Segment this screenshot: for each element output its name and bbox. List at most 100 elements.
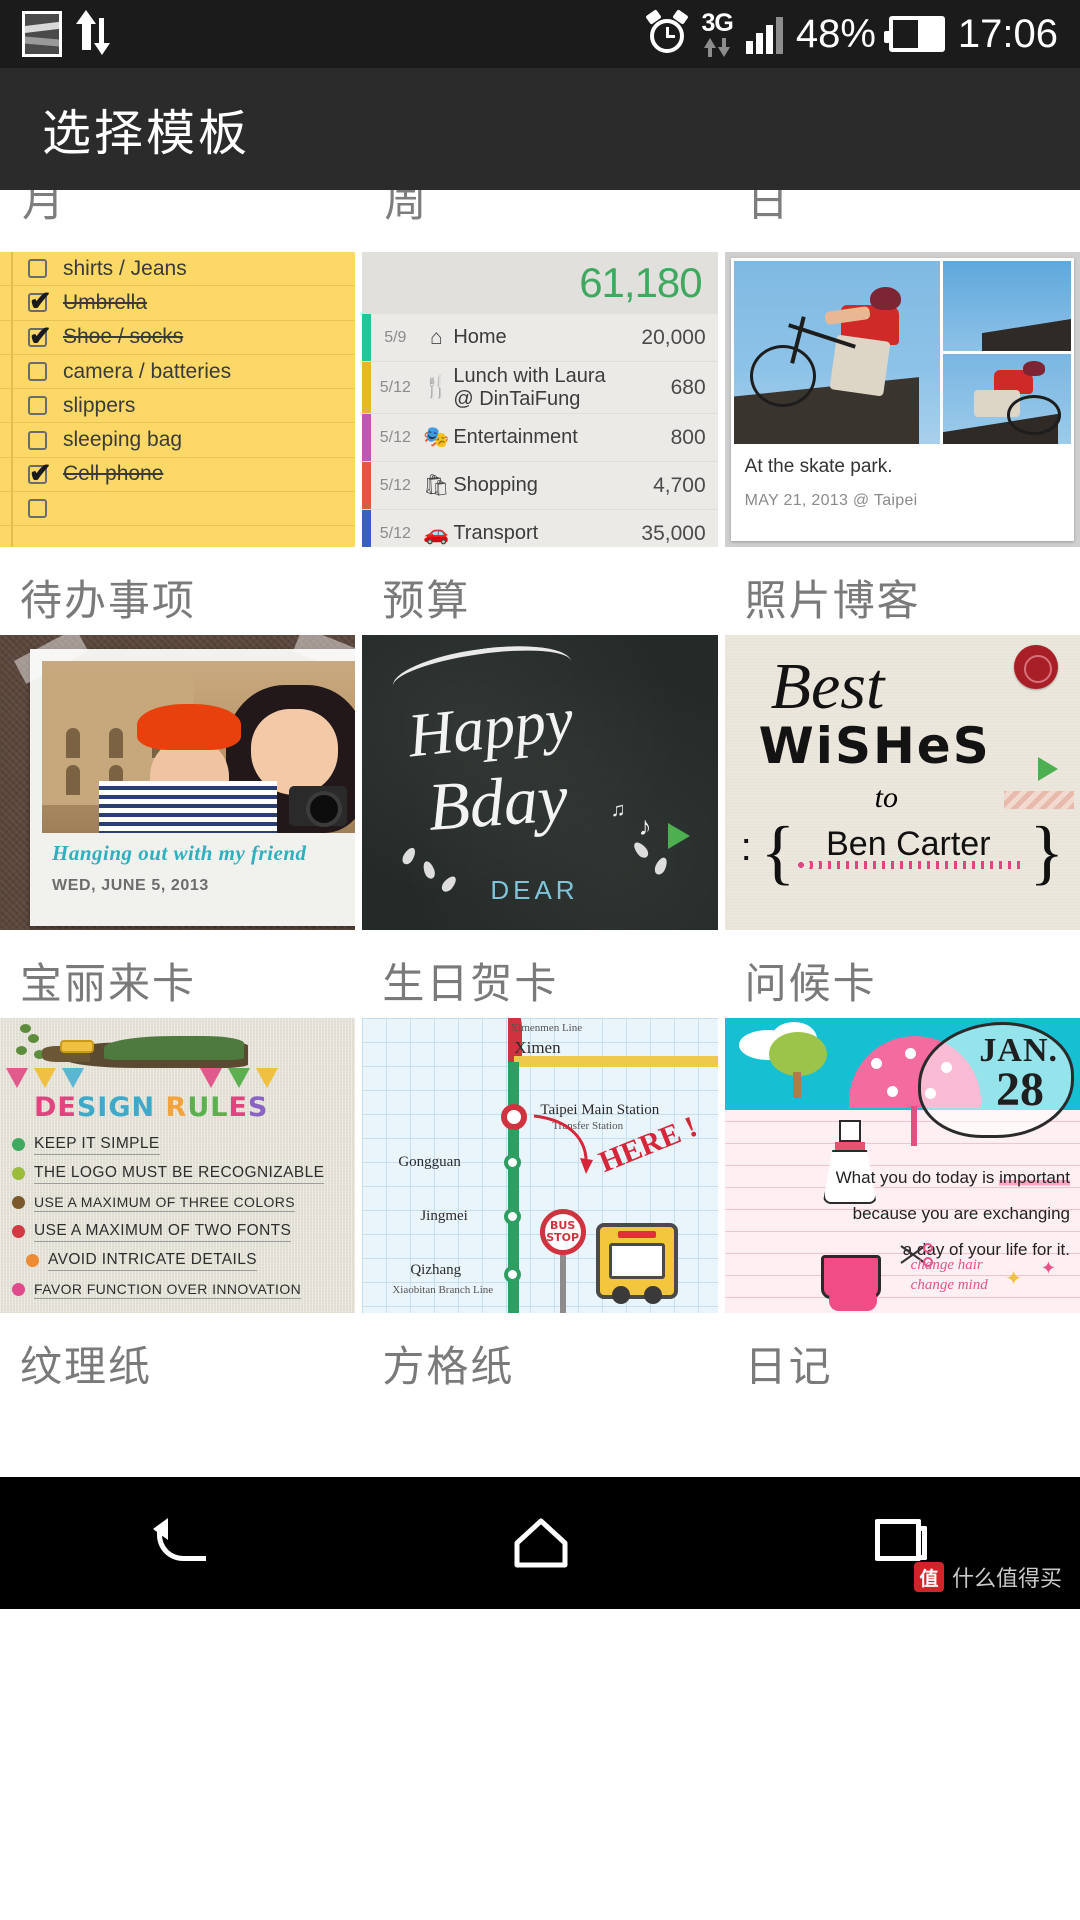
bus-illustration (595, 1223, 678, 1304)
diary-thumbnail[interactable]: JAN. 28 What you do today is important b… (724, 1018, 1080, 1313)
checkbox-checked-icon (28, 286, 52, 317)
template-grid: shirts / Jeans Umbrella Shoe / socks cam… (0, 252, 1080, 1401)
rule-label: KEEP IT SIMPLE (34, 1135, 160, 1155)
greeting-wishes: WiSHeS (758, 717, 991, 775)
here-arrow-icon (534, 1114, 594, 1174)
todo-item-label: camera / batteries (63, 359, 232, 383)
checkbox-checked-icon (28, 321, 52, 352)
leaf-decoration-icon (439, 873, 459, 895)
list-item: sleeping bag (0, 423, 356, 458)
bullet-dot (12, 1196, 25, 1209)
template-card-budget[interactable]: 61,180 5/9 ⌂ Home 20,000 5/12 🍴 Lunch wi… (362, 252, 718, 635)
station-dot-main (501, 1104, 528, 1130)
template-card-grid-paper[interactable]: Ximenmen Line Ximen Taipei Main Station … (362, 1018, 718, 1401)
todo-margin-line (11, 252, 13, 547)
clock-label: 17:06 (957, 11, 1058, 56)
entry-amount: 680 (670, 375, 706, 399)
entry-name: Transport (453, 522, 539, 544)
bullet-dot (12, 1283, 25, 1296)
diary-day: 28 (996, 1063, 1044, 1116)
photo-main (733, 261, 941, 444)
bullet-dot (12, 1225, 25, 1238)
birthday-preview: Happy Bday DEAR ♪ ♫ (362, 635, 718, 930)
table-row: 5/12 🛍 Shopping 4,700 (362, 462, 718, 510)
watermark-logo: 值 (913, 1562, 944, 1592)
list-item: Shoe / socks (0, 321, 356, 355)
checkbox-checked-icon (28, 458, 52, 489)
list-item: slippers (0, 389, 356, 424)
station-label-gongguan: Gongguan (398, 1154, 461, 1170)
design-rules-list: KEEP IT SIMPLE THE LOGO MUST BE RECOGNIZ… (12, 1130, 347, 1304)
birthday-thumbnail[interactable]: Happy Bday DEAR ♪ ♫ (362, 635, 718, 930)
bus-stop-sign-icon: BUS STOP (539, 1209, 586, 1255)
photo-collage (731, 258, 1074, 444)
greeting-recipient-name: Ben Carter (826, 825, 991, 863)
template-label-texture-paper: 纹理纸 (20, 1343, 153, 1390)
line-label-top: Ximenmen Line (510, 1022, 583, 1034)
texture-paper-thumbnail[interactable]: DESIGN RULES KEEP IT SIMPLE THE LOGO MUS… (0, 1018, 356, 1313)
checkbox-unchecked-icon (28, 430, 47, 450)
template-card-greeting[interactable]: Best WiSHeS to : { } Ben Carter 问候卡 (724, 635, 1080, 1018)
polaroid-preview: Hanging out with my friend WED, JUNE 5, … (0, 635, 356, 930)
diary-quote-line-1: What you do today is important (835, 1168, 1070, 1187)
watermark-text: 什么值得买 (951, 1566, 1062, 1591)
todo-item-label: shirts / Jeans (63, 256, 187, 280)
home-button[interactable] (513, 1517, 569, 1569)
template-label-polaroid: 宝丽来卡 (20, 960, 197, 1007)
photo-caption: At the skate park. (744, 456, 893, 477)
grid-paper-preview: Ximenmen Line Ximen Taipei Main Station … (362, 1018, 718, 1313)
recent-apps-button[interactable] (875, 1519, 927, 1567)
budget-total-row: 61,180 (362, 252, 718, 314)
list-item: KEEP IT SIMPLE (12, 1130, 347, 1159)
bunting-decoration (0, 1068, 355, 1092)
template-card-diary[interactable]: JAN. 28 What you do today is important b… (724, 1018, 1080, 1401)
checkbox-unchecked-icon (28, 259, 47, 279)
previous-row-labels: 月 周 日 (0, 190, 1080, 252)
entertainment-icon: 🎭 (423, 425, 450, 449)
entry-name: Lunch with Laura @ DinTaiFung (453, 364, 606, 410)
entry-name: Home (453, 326, 507, 348)
diary-handwritten-note: change hair change mind (910, 1257, 988, 1293)
template-grid-scroll[interactable]: 月 周 日 shirts / Jeans Umbrella (0, 190, 1080, 1477)
photo-caption-block: At the skate park. MAY 21, 2013 @ Taipei (731, 444, 1074, 541)
template-label-photo-blog: 照片博客 (744, 577, 921, 624)
peek-label-week: 周 (384, 190, 427, 225)
entry-date: 5/9 (384, 328, 407, 346)
birthday-line-3: DEAR (490, 875, 579, 905)
status-bar-right: 3G 48% 17:06 (645, 9, 1058, 57)
grid-paper-thumbnail[interactable]: Ximenmen Line Ximen Taipei Main Station … (362, 1018, 718, 1313)
crocodile-illustration (38, 1024, 252, 1074)
photo-blog-thumbnail[interactable]: At the skate park. MAY 21, 2013 @ Taipei (724, 252, 1080, 547)
template-card-todo[interactable]: shirts / Jeans Umbrella Shoe / socks cam… (0, 252, 356, 635)
template-card-birthday[interactable]: Happy Bday DEAR ♪ ♫ 生日贺卡 (362, 635, 718, 1018)
rule-label: THE LOGO MUST BE RECOGNIZABLE (34, 1164, 325, 1184)
table-row: 5/12 🚗 Transport 35,000 (362, 510, 717, 547)
template-card-photo-blog[interactable]: At the skate park. MAY 21, 2013 @ Taipei… (724, 252, 1080, 635)
budget-thumbnail[interactable]: 61,180 5/9 ⌂ Home 20,000 5/12 🍴 Lunch wi… (362, 252, 718, 547)
signal-icon (745, 14, 783, 54)
list-item: Cell phone (0, 458, 356, 493)
budget-total-amount: 61,180 (579, 259, 702, 306)
entry-name: Shopping (453, 474, 538, 496)
underline-decoration (794, 861, 1020, 869)
picture-icon (22, 11, 62, 57)
template-label-diary: 日记 (744, 1343, 833, 1390)
todo-thumbnail[interactable]: shirts / Jeans Umbrella Shoe / socks cam… (0, 252, 356, 547)
greeting-thumbnail[interactable]: Best WiSHeS to : { } Ben Carter (724, 635, 1080, 930)
music-note-icon: ♫ (610, 799, 626, 821)
star-icon: ✦ (1005, 1268, 1022, 1290)
bullet-dot (12, 1167, 25, 1180)
template-card-texture-paper[interactable]: DESIGN RULES KEEP IT SIMPLE THE LOGO MUS… (0, 1018, 356, 1401)
sunglasses-illustration (828, 1289, 877, 1311)
template-label-birthday: 生日贺卡 (382, 960, 559, 1007)
back-button[interactable] (153, 1516, 207, 1570)
leaf-decoration-icon (421, 859, 438, 881)
3g-icon: 3G (701, 11, 734, 57)
entry-amount: 20,000 (641, 325, 706, 349)
polaroid-thumbnail[interactable]: Hanging out with my friend WED, JUNE 5, … (0, 635, 356, 930)
todo-item-label: slippers (63, 393, 136, 417)
greeting-preview: Best WiSHeS to : { } Ben Carter (724, 635, 1080, 930)
template-card-polaroid[interactable]: Hanging out with my friend WED, JUNE 5, … (0, 635, 356, 1018)
entry-amount: 4,700 (653, 473, 706, 497)
entry-date: 5/12 (379, 476, 411, 494)
